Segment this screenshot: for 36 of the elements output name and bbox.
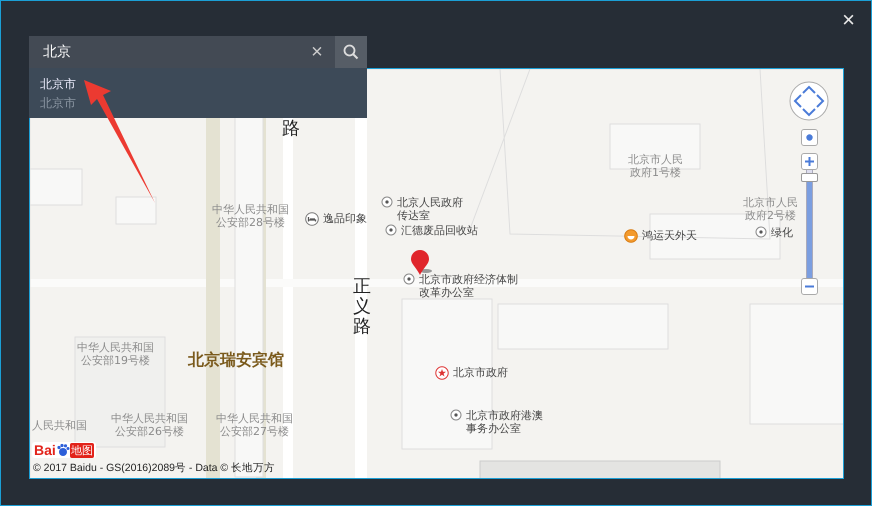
poi-label: 北京市政府港澳 事务办公室 — [466, 409, 543, 435]
poi-label: 绿化 — [771, 226, 793, 239]
map-logo: Bai 地图 — [32, 442, 96, 458]
locate-button[interactable] — [800, 129, 818, 146]
paw-icon — [56, 443, 70, 457]
search-field[interactable]: 北京 — [41, 43, 299, 61]
clear-button[interactable]: × — [299, 36, 335, 68]
landmark-label: 北京瑞安宾馆 — [188, 351, 284, 369]
copyright-text: © 2017 Baidu - GS(2016)2089号 - Data © 长地万方 — [33, 461, 276, 475]
bed-icon — [305, 212, 319, 226]
search-icon — [343, 44, 359, 60]
suggestion-item[interactable]: 北京市 北京市 — [29, 68, 367, 118]
zoom-slider[interactable] — [800, 170, 818, 278]
road-label: 路 — [282, 119, 300, 139]
poi-label: 北京市政府 — [453, 366, 508, 379]
building-label: 中华人民共和国 公安部19号楼 — [77, 341, 154, 367]
poi-label: 北京人民政府 传达室 — [397, 196, 463, 222]
pan-control-icon[interactable] — [789, 81, 829, 121]
building-label: 北京市人民 政府2号楼 — [743, 196, 798, 222]
poi-label: 北京市政府经济体制 改革办公室 — [419, 273, 518, 299]
building-label: 北京市人民 政府1号楼 — [628, 153, 683, 179]
poi-label: 汇德废品回收站 — [401, 224, 478, 237]
building-label: 中华人民共和国 公安部26号楼 — [111, 412, 188, 438]
building-label: 中华人民共和国 公安部28号楼 — [212, 203, 289, 229]
building-label: 中华人民共和国 公安部27号楼 — [216, 412, 293, 438]
zoom-out-button[interactable] — [800, 278, 818, 295]
building-label: 人民共和国 — [32, 419, 87, 432]
road-label: 正义路 — [353, 277, 371, 337]
close-button[interactable]: × — [838, 7, 859, 33]
search-button[interactable] — [335, 36, 367, 68]
bowl-icon — [624, 229, 638, 243]
plus-icon — [804, 157, 814, 166]
zoom-in-button[interactable] — [800, 153, 818, 170]
dot-icon — [806, 134, 812, 141]
poi-label: 鸿运天外天 — [642, 229, 697, 242]
poi-label: 逸品印象 — [323, 212, 367, 225]
